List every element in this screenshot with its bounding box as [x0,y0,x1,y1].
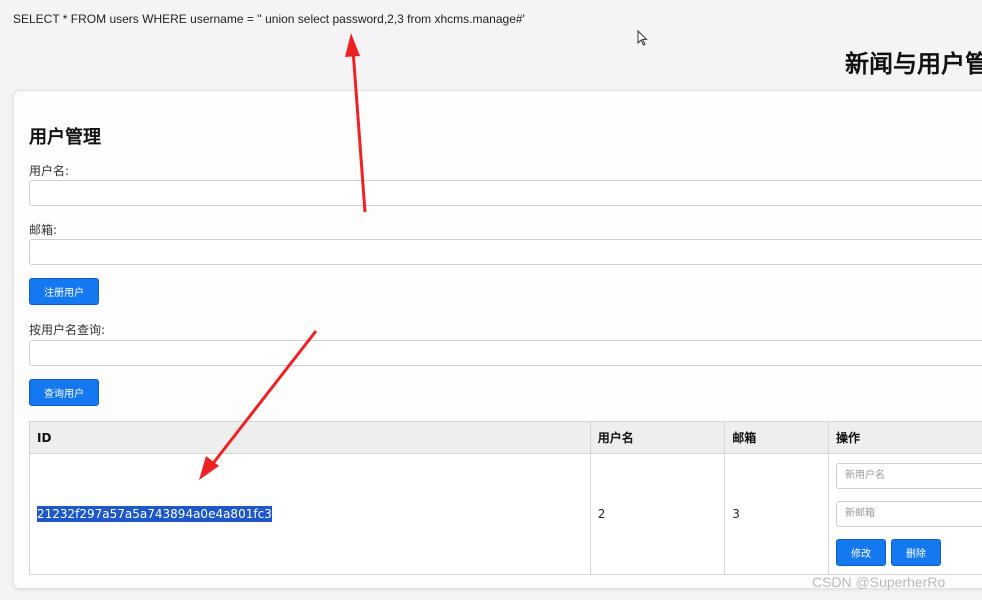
cell-actions: 新用户名 新邮箱 修改 删除 [828,453,982,575]
cell-email: 3 [724,453,829,575]
register-user-button[interactable]: 注册用户 [29,278,99,305]
username-label: 用户名: [29,164,70,178]
email-label: 邮箱: [29,223,58,237]
column-header-id: ID [29,421,591,454]
email-input[interactable] [29,239,982,265]
column-header-actions: 操作 [828,421,982,454]
users-table: ID 用户名 邮箱 操作 21232f297a57a5a743894a0e4a8… [29,421,982,575]
sql-query-text: SELECT * FROM users WHERE username = '' … [13,12,525,26]
user-management-card: 用户管理 用户名: 邮箱: 注册用户 按用户名查询: 查询用户 ID 用户名 邮… [13,90,982,589]
mouse-cursor-icon [637,30,648,46]
search-user-button[interactable]: 查询用户 [29,379,99,406]
column-header-username: 用户名 [589,421,726,454]
edit-button[interactable]: 修改 [836,538,886,566]
cell-id: 21232f297a57a5a743894a0e4a801fc3 [29,453,591,575]
table-row: 21232f297a57a5a743894a0e4a801fc3 2 3 新用户… [29,453,982,575]
delete-button[interactable]: 删除 [890,538,941,566]
new-username-input[interactable]: 新用户名 [836,462,982,489]
section-title: 用户管理 [29,127,101,148]
cell-username: 2 [589,453,726,575]
search-username-input[interactable] [29,340,982,366]
watermark-text: CSDN @SuperherRo [812,574,946,590]
column-header-email: 邮箱 [724,421,829,454]
selected-id-text[interactable]: 21232f297a57a5a743894a0e4a801fc3 [37,506,272,522]
new-email-input[interactable]: 新邮箱 [836,500,982,527]
table-header-row: ID 用户名 邮箱 操作 [29,421,982,454]
page-title: 新闻与用户管 [845,50,982,78]
search-username-label: 按用户名查询: [29,323,106,337]
username-input[interactable] [29,180,982,206]
